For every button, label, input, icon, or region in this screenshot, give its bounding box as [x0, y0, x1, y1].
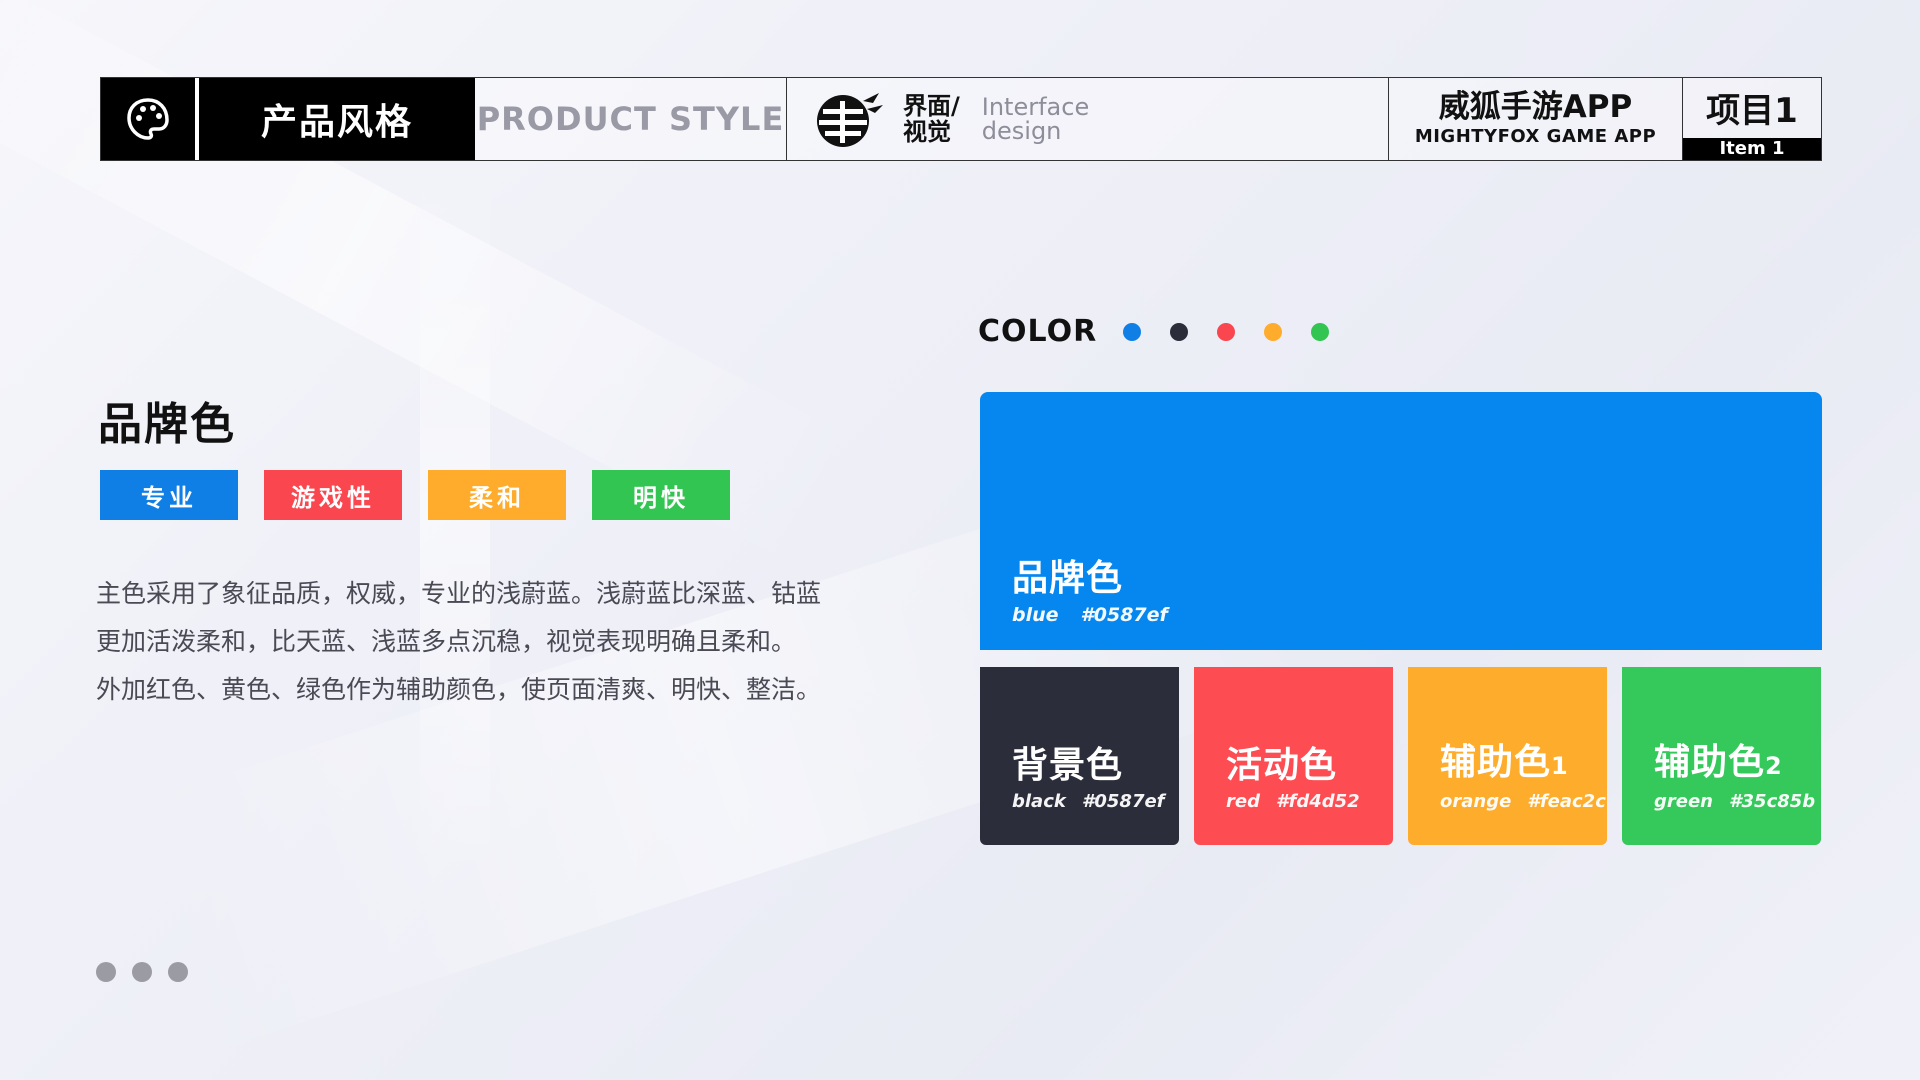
swatch-hex: #feac2c — [1527, 791, 1606, 812]
swatch-activity-red: 活动色 red #fd4d52 — [1194, 667, 1393, 845]
swatch-title: 活动色 — [1226, 745, 1338, 786]
description-line: 外加红色、黄色、绿色作为辅助颜色，使页面清爽、明快、整洁。 — [96, 675, 822, 704]
swatch-color-name: red — [1226, 791, 1260, 812]
description-text: 主色采用了象征品质，权威，专业的浅蔚蓝。浅蔚蓝比深蓝、钴蓝 更加活泼柔和，比天蓝… — [96, 570, 896, 714]
swatch-auxiliary-green: 辅助色2 green #35c85b — [1622, 667, 1821, 845]
swatch-color-name: blue — [1012, 604, 1059, 626]
swatch-title: 辅助色 — [1654, 742, 1766, 783]
swatch-color-name: black — [1012, 791, 1066, 812]
pagination-dot — [168, 962, 188, 982]
logo-text-en: Interface — [981, 93, 1090, 121]
swatch-brand-blue: 品牌色 blue #0587ef — [980, 392, 1822, 650]
brand-logo-icon — [817, 93, 883, 147]
item-number-cn: 项目1 — [1706, 91, 1798, 131]
page-title: 产品风格 — [199, 78, 475, 160]
logo-text-cn: 界面/ — [903, 92, 960, 120]
swatch-hex: #0587ef — [1080, 604, 1168, 626]
pagination-dots — [96, 962, 188, 982]
swatch-title: 品牌色 — [1012, 558, 1124, 599]
tag-professional: 专业 — [100, 470, 238, 520]
palette-icon — [127, 98, 169, 140]
swatch-number: 1 — [1551, 752, 1569, 780]
background-light-streak — [420, 160, 490, 880]
description-line: 更加活泼柔和，比天蓝、浅蓝多点沉稳，视觉表现明确且柔和。 — [96, 627, 797, 656]
swatch-hex: #fd4d52 — [1275, 791, 1360, 812]
logo-text-cn: 视觉 — [903, 118, 951, 146]
swatch-title: 辅助色 — [1440, 742, 1552, 783]
secondary-swatches: 背景色 black #0587ef 活动色 red #fd4d52 辅助色1 ora… — [980, 667, 1821, 845]
pagination-dot — [96, 962, 116, 982]
app-name-cell: 威狐手游APP MIGHTYFOX GAME APP — [1389, 78, 1683, 160]
app-name-en: MIGHTYFOX GAME APP — [1414, 126, 1657, 147]
swatch-hex: #0587ef — [1081, 791, 1165, 812]
swatch-background-black: 背景色 black #0587ef — [980, 667, 1179, 845]
swatch-color-name: green — [1654, 791, 1713, 812]
item-number-en: Item 1 — [1683, 138, 1821, 160]
page-subtitle: PRODUCT STYLE — [475, 78, 787, 160]
item-number-cell: 项目1 Item 1 — [1683, 78, 1821, 160]
pagination-dot — [132, 962, 152, 982]
swatch-hex: #35c85b — [1729, 791, 1816, 812]
section-title: 品牌色 — [98, 399, 236, 450]
tag-bright: 明快 — [592, 470, 730, 520]
color-dot-blue — [1123, 322, 1142, 341]
color-dot-green — [1311, 322, 1330, 341]
color-dot-black — [1170, 322, 1189, 341]
swatch-number: 2 — [1765, 752, 1783, 780]
header-icon-cell — [101, 78, 199, 160]
color-label: COLOR — [978, 314, 1098, 349]
description-line: 主色采用了象征品质，权威，专业的浅蔚蓝。浅蔚蓝比深蓝、钴蓝 — [96, 579, 822, 608]
logo-text-en: design — [981, 117, 1062, 145]
tag-gaming: 游戏性 — [264, 470, 402, 520]
tag-soft: 柔和 — [428, 470, 566, 520]
color-dot-orange — [1264, 322, 1283, 341]
app-name-cn: 威狐手游APP — [1438, 89, 1633, 125]
keyword-tags: 专业 游戏性 柔和 明快 — [100, 470, 730, 520]
swatch-color-name: orange — [1440, 791, 1512, 812]
color-dot-red — [1217, 322, 1236, 341]
header-bar: 产品风格 PRODUCT STYLE 界面/ 视觉 Interface desi… — [100, 77, 1822, 161]
swatch-title: 背景色 — [1012, 745, 1124, 786]
interface-design-logo: 界面/ 视觉 Interface design — [787, 78, 1389, 160]
swatch-auxiliary-orange: 辅助色1 orange #feac2c — [1408, 667, 1607, 845]
color-heading: COLOR — [978, 314, 1358, 349]
